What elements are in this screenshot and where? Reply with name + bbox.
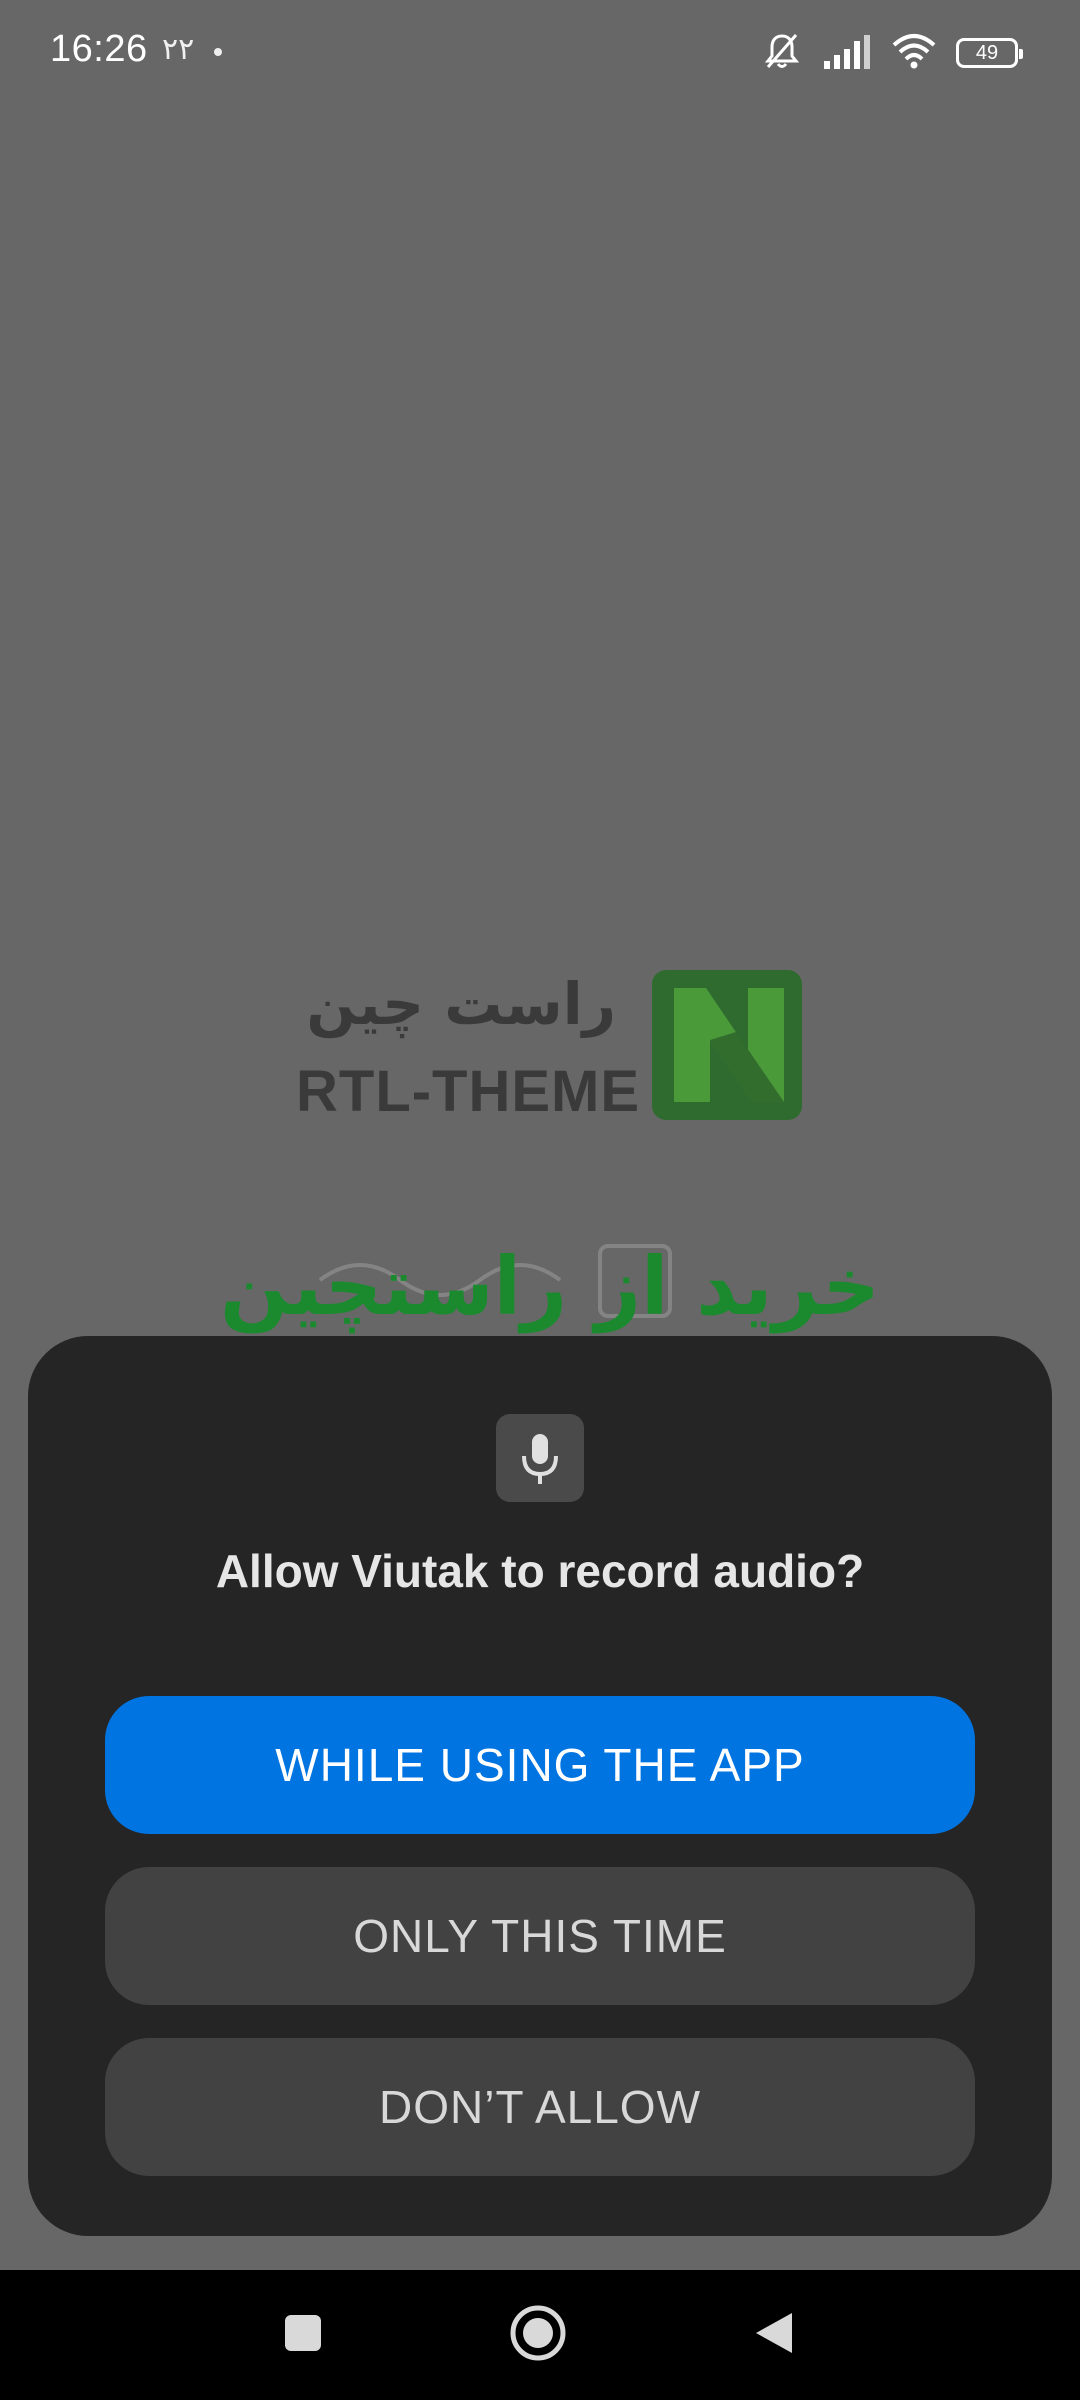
recents-button[interactable]	[243, 2270, 363, 2400]
silent-bell-icon	[762, 31, 802, 76]
notification-dot-icon	[214, 48, 222, 56]
signal-icon	[822, 33, 872, 74]
status-icons: 49	[762, 30, 1023, 76]
home-button[interactable]	[478, 2270, 598, 2400]
status-time: 16:26	[50, 28, 148, 70]
while-using-app-button[interactable]: WHILE USING THE APP	[105, 1696, 975, 1834]
only-this-time-button[interactable]: ONLY THIS TIME	[105, 1867, 975, 2005]
status-date: ۲۲	[162, 32, 195, 67]
navigation-bar	[0, 2270, 1080, 2400]
rtl-logo-mark-icon	[652, 970, 802, 1125]
logo-persian-text: راست چین	[306, 970, 616, 1038]
back-triangle-icon	[752, 2309, 796, 2362]
dont-allow-button[interactable]: DON’T ALLOW	[105, 2038, 975, 2176]
battery-icon: 49	[956, 38, 1023, 68]
app-logo: راست چین RTL-THEME	[296, 970, 806, 1130]
back-button[interactable]	[714, 2270, 834, 2400]
status-bar: 16:26 ۲۲ 49	[0, 0, 1080, 110]
logo-english-text: RTL-THEME	[296, 1059, 641, 1124]
wifi-icon	[892, 33, 936, 74]
microphone-icon	[496, 1414, 584, 1502]
home-circle-icon	[508, 2303, 568, 2368]
dialog-title: Allow Viutak to record audio?	[215, 1545, 865, 1597]
recents-square-icon	[283, 2313, 323, 2358]
promo-text: خرید از راستچین	[220, 1240, 880, 1333]
permission-dialog: Allow Viutak to record audio? WHILE USIN…	[28, 1336, 1052, 2236]
